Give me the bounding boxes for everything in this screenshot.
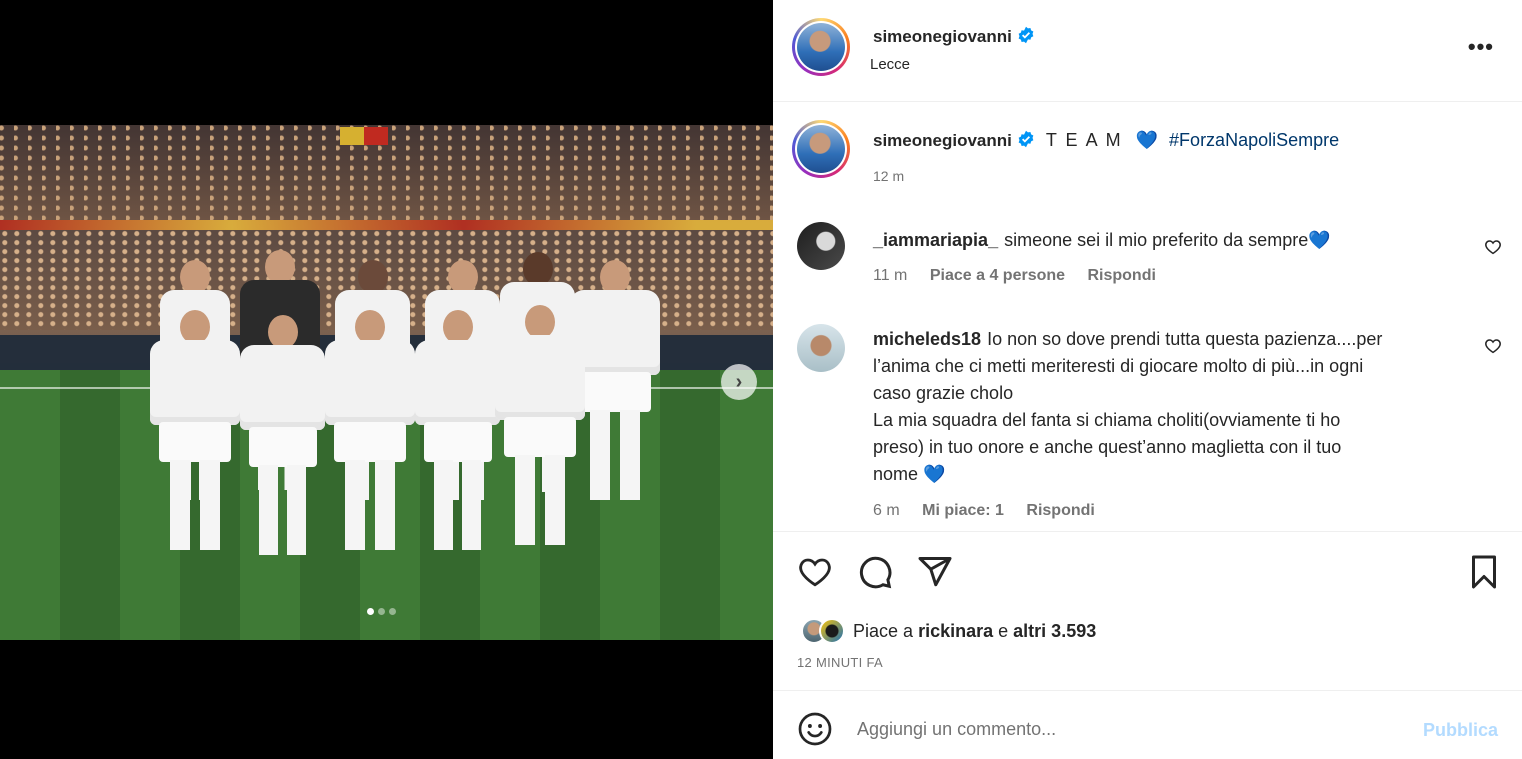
post-header: simeonegiovanni Lecce ••• <box>773 0 1522 102</box>
comment-time[interactable]: 11 m <box>873 267 907 284</box>
carousel-dot <box>367 608 374 615</box>
player-figure <box>495 305 585 580</box>
commenter-avatar[interactable] <box>797 324 845 372</box>
team-lineup <box>140 250 680 580</box>
comment-reply-button[interactable]: Rispondi <box>1026 502 1094 519</box>
comment-text-line: La mia squadra del fanta si chiama choli… <box>873 410 1341 430</box>
verified-badge-icon <box>1018 130 1034 148</box>
blue-heart-emoji: 💙 <box>1135 130 1159 150</box>
carousel-next-button[interactable]: › <box>721 364 757 400</box>
post-location[interactable]: Lecce <box>870 56 910 73</box>
post-time-ago[interactable]: 12 MINUTI FA <box>797 655 883 670</box>
team-photo[interactable] <box>0 125 773 640</box>
post-actions: Piace a rickinara e altri 3.593 12 MINUT… <box>773 531 1522 681</box>
chevron-right-icon: › <box>735 371 743 393</box>
emoji-icon[interactable] <box>797 711 833 747</box>
carousel-dot <box>378 608 385 615</box>
comment-username[interactable]: _iammariapia_ <box>873 230 998 250</box>
comment-input[interactable] <box>857 711 1397 747</box>
comment-reply-button[interactable]: Rispondi <box>1087 267 1155 284</box>
stadium-flag <box>340 127 388 145</box>
post-username[interactable]: simeonegiovanni <box>873 27 1012 46</box>
comment-text-line: l’anima che ci metti meriteresti di gioc… <box>873 356 1364 376</box>
likes-others-count[interactable]: altri 3.593 <box>1013 621 1096 641</box>
caption-text: T E A M <box>1045 130 1123 150</box>
player-figure <box>240 315 325 580</box>
heart-icon[interactable] <box>1484 238 1502 256</box>
likes-summary: Piace a rickinara e altri 3.593 <box>801 618 1096 644</box>
player-figure <box>150 310 240 580</box>
liked-by-user[interactable]: rickinara <box>918 621 993 641</box>
comment-text-line: Io non so dove prendi tutta questa pazie… <box>987 329 1383 349</box>
caption-timestamp[interactable]: 12 m <box>873 168 904 184</box>
post-side-panel: simeonegiovanni Lecce ••• simeonegiovann… <box>773 0 1522 759</box>
add-comment-bar: Pubblica <box>773 690 1522 759</box>
post-media-pane: › <box>0 0 773 759</box>
caption-hashtag[interactable]: #ForzaNapoliSempre <box>1169 130 1339 150</box>
comment-text-line: nome 💙 <box>873 464 946 484</box>
more-horizontal-icon: ••• <box>1467 34 1494 59</box>
comment-text-line: caso grazie cholo <box>873 383 1014 403</box>
comment-username[interactable]: micheleds18 <box>873 329 981 349</box>
player-figure <box>325 310 415 580</box>
heart-icon[interactable] <box>1484 337 1502 355</box>
comment-likes[interactable]: Mi piace: 1 <box>922 502 1004 519</box>
verified-badge-icon <box>1018 26 1034 44</box>
comment-bubble-icon[interactable] <box>857 554 893 590</box>
comment-time[interactable]: 6 m <box>873 502 900 519</box>
liker-avatar[interactable] <box>819 618 845 644</box>
avatar[interactable] <box>792 120 850 178</box>
carousel-dots <box>367 608 396 615</box>
share-send-icon[interactable] <box>917 554 953 590</box>
like-heart-icon[interactable] <box>797 554 833 590</box>
carousel-dot <box>389 608 396 615</box>
caption-username[interactable]: simeonegiovanni <box>873 131 1012 150</box>
player-figure <box>415 310 500 580</box>
comment-text-line: preso) in tuo onore e anche quest’anno m… <box>873 437 1342 457</box>
comment-text: simeone sei il mio preferito da sempre💙 <box>1004 230 1331 250</box>
comment-likes[interactable]: Piace a 4 persone <box>930 267 1065 284</box>
more-options-button[interactable]: ••• <box>1468 36 1494 58</box>
likes-prefix: Piace a <box>853 620 914 641</box>
avatar[interactable] <box>792 18 850 76</box>
likes-join: e <box>998 620 1009 641</box>
publish-button[interactable]: Pubblica <box>1423 720 1498 741</box>
bookmark-icon[interactable] <box>1466 554 1502 590</box>
commenter-avatar[interactable] <box>797 222 845 270</box>
